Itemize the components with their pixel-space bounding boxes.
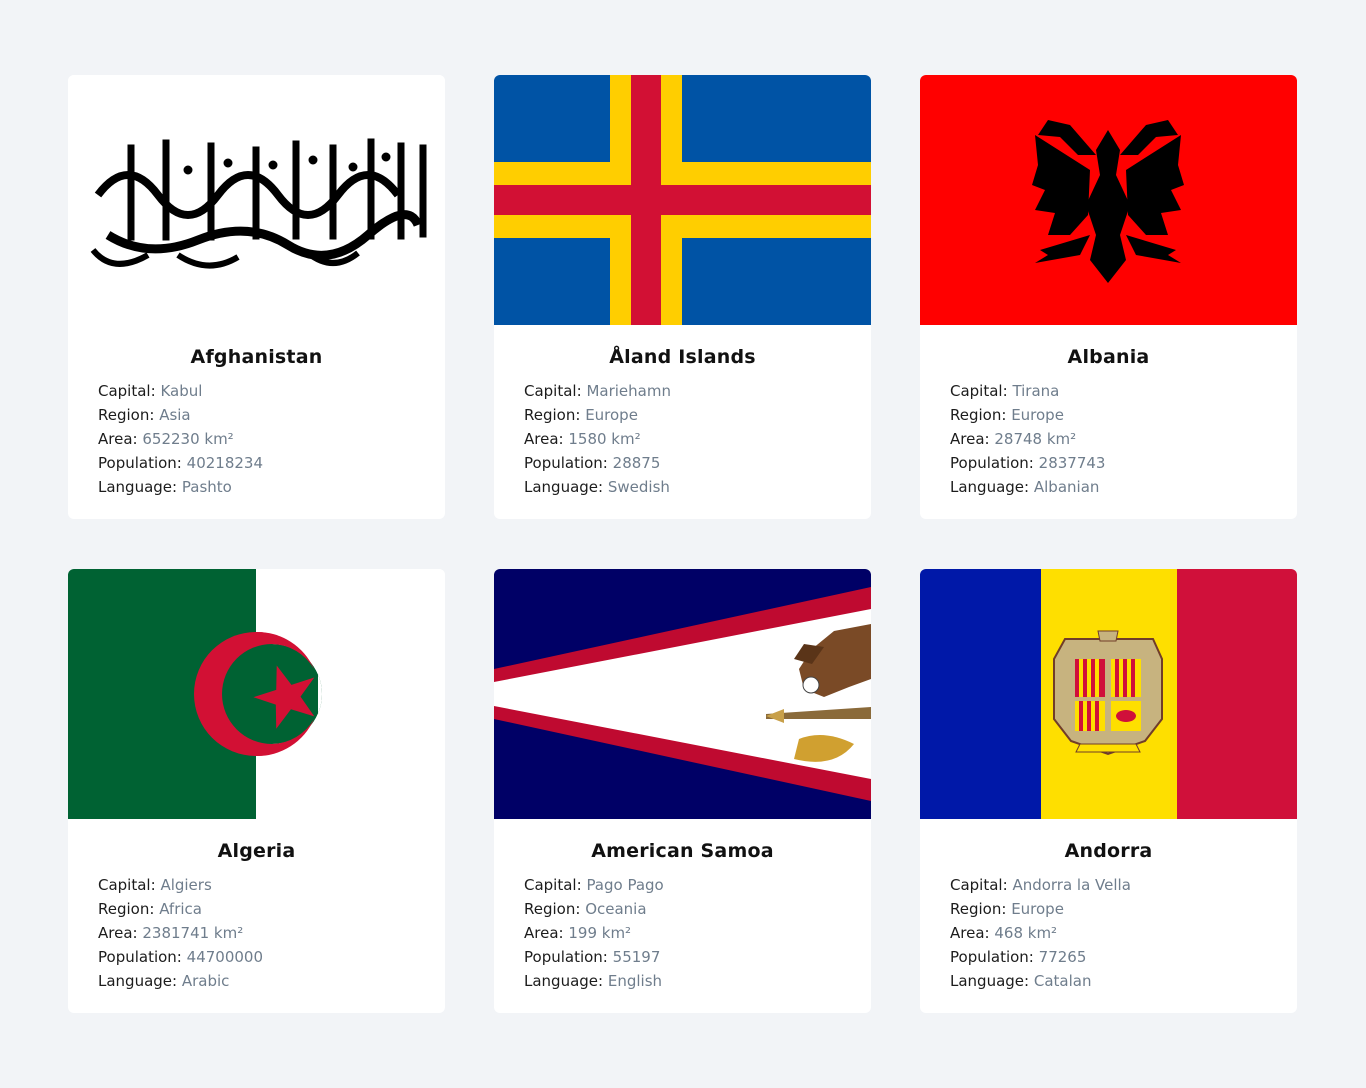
area-row: Area: 468 km² — [950, 924, 1058, 942]
country-details: Capital: Pago Pago Region: Oceania Area:… — [524, 873, 871, 993]
country-card-afghanistan[interactable]: Afghanistan Capital: Kabul Region: Asia … — [68, 75, 445, 519]
country-card-american-samoa[interactable]: American Samoa Capital: Pago Pago Region… — [494, 569, 871, 1013]
language-row: Language: Pashto — [98, 478, 232, 496]
country-name: Algeria — [217, 840, 296, 862]
country-details: Capital: Mariehamn Region: Europe Area: … — [524, 379, 871, 499]
population-row: Population: 40218234 — [98, 454, 264, 472]
area-row: Area: 2381741 km² — [98, 924, 244, 942]
region-row: Region: Africa — [98, 900, 202, 918]
country-details: Capital: Kabul Region: Asia Area: 652230… — [98, 379, 445, 499]
area-row: Area: 199 km² — [524, 924, 632, 942]
capital-row: Capital: Andorra la Vella — [950, 876, 1131, 894]
country-name: Åland Islands — [609, 346, 756, 368]
population-row: Population: 55197 — [524, 948, 661, 966]
region-row: Region: Europe — [950, 900, 1064, 918]
country-details: Capital: Andorra la Vella Region: Europe… — [950, 873, 1297, 993]
aland-flag — [494, 75, 871, 325]
country-details: Capital: Algiers Region: Africa Area: 23… — [98, 873, 445, 993]
american-samoa-flag — [494, 569, 871, 819]
algeria-flag — [68, 569, 445, 819]
country-card-albania[interactable]: Albania Capital: Tirana Region: Europe A… — [920, 75, 1297, 519]
country-name: Andorra — [1064, 840, 1153, 862]
region-row: Region: Asia — [98, 406, 191, 424]
region-row: Region: Europe — [950, 406, 1064, 424]
country-card-algeria[interactable]: Algeria Capital: Algiers Region: Africa … — [68, 569, 445, 1013]
population-row: Population: 44700000 — [98, 948, 264, 966]
language-row: Language: English — [524, 972, 663, 990]
language-row: Language: Catalan — [950, 972, 1092, 990]
area-row: Area: 28748 km² — [950, 430, 1077, 448]
population-row: Population: 77265 — [950, 948, 1087, 966]
andorra-flag — [920, 569, 1297, 819]
country-card-aland-islands[interactable]: Åland Islands Capital: Mariehamn Region:… — [494, 75, 871, 519]
capital-row: Capital: Tirana — [950, 382, 1060, 400]
population-row: Population: 28875 — [524, 454, 661, 472]
capital-row: Capital: Kabul — [98, 382, 203, 400]
language-row: Language: Arabic — [98, 972, 230, 990]
population-row: Population: 2837743 — [950, 454, 1106, 472]
area-row: Area: 652230 km² — [98, 430, 234, 448]
albania-flag — [920, 75, 1297, 325]
language-row: Language: Albanian — [950, 478, 1100, 496]
country-details: Capital: Tirana Region: Europe Area: 287… — [950, 379, 1297, 499]
afghanistan-flag — [68, 75, 445, 325]
country-grid: Afghanistan Capital: Kabul Region: Asia … — [68, 75, 1298, 1013]
region-row: Region: Oceania — [524, 900, 647, 918]
capital-row: Capital: Pago Pago — [524, 876, 664, 894]
country-name: American Samoa — [591, 840, 774, 862]
area-row: Area: 1580 km² — [524, 430, 641, 448]
country-name: Albania — [1067, 346, 1150, 368]
region-row: Region: Europe — [524, 406, 638, 424]
capital-row: Capital: Mariehamn — [524, 382, 671, 400]
capital-row: Capital: Algiers — [98, 876, 212, 894]
language-row: Language: Swedish — [524, 478, 670, 496]
country-card-andorra[interactable]: Andorra Capital: Andorra la Vella Region… — [920, 569, 1297, 1013]
country-name: Afghanistan — [190, 346, 323, 368]
